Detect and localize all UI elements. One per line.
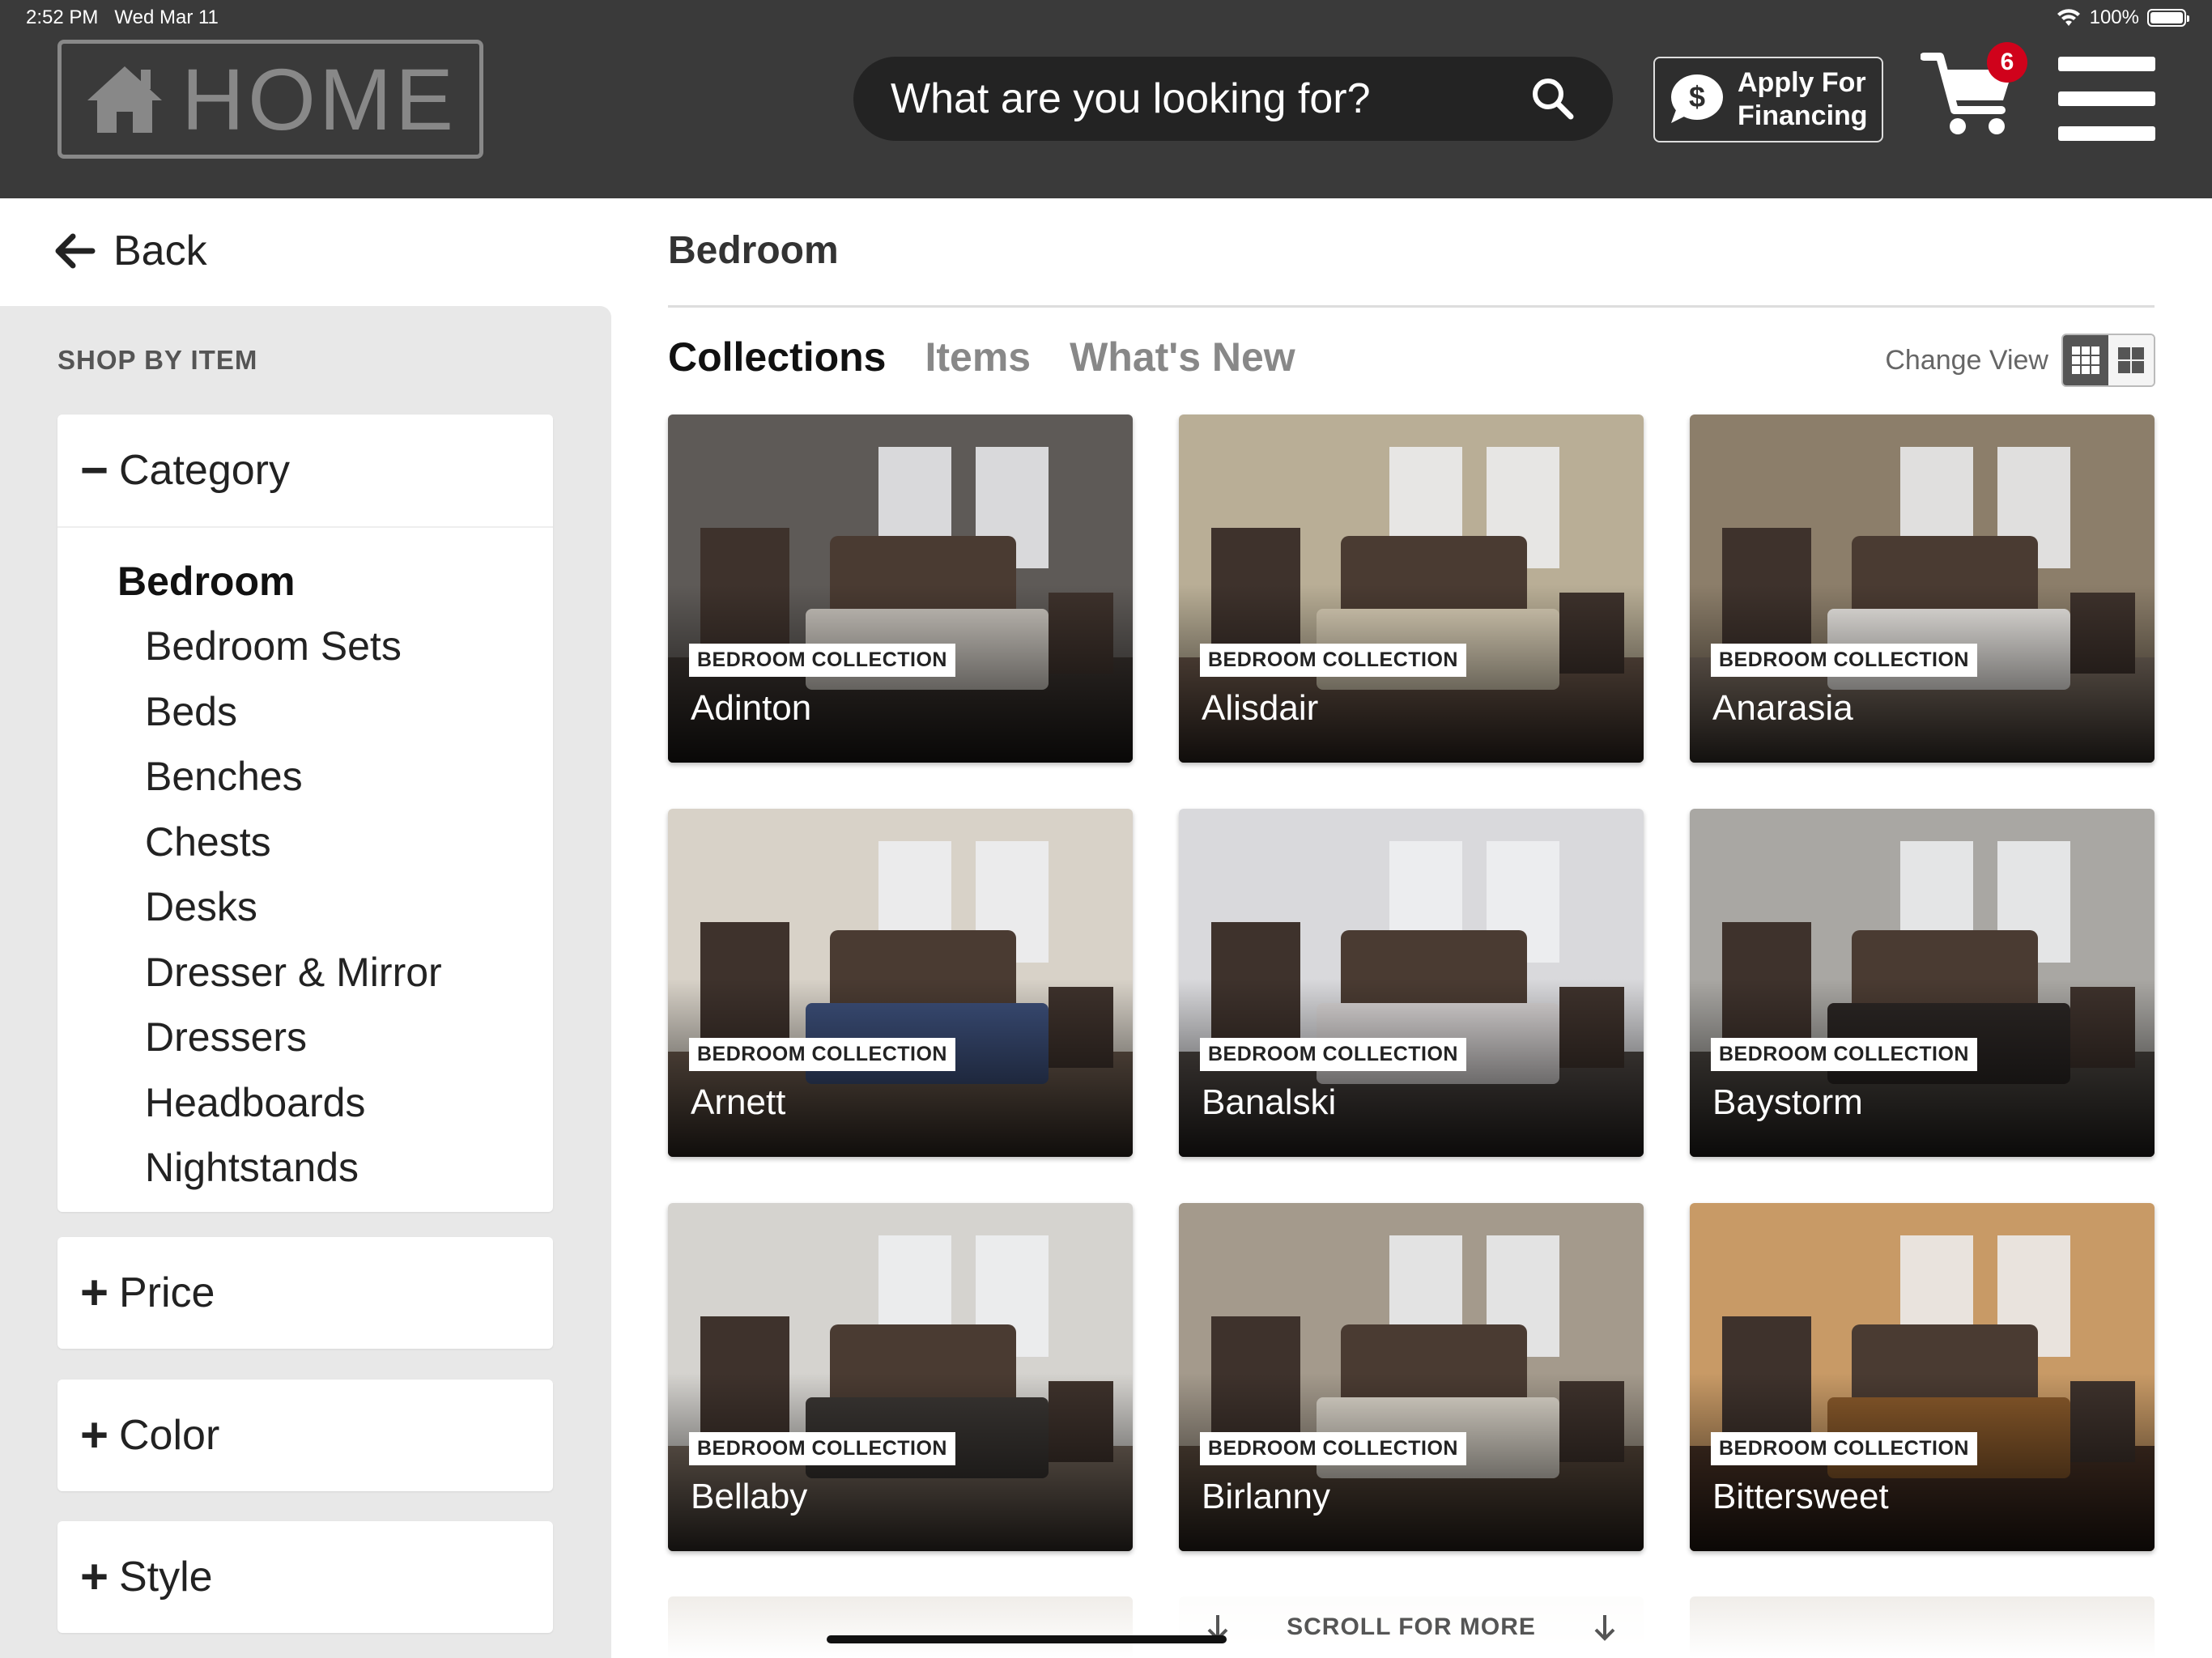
collection-tag: BEDROOM COLLECTION (689, 1432, 955, 1465)
collection-tag: BEDROOM COLLECTION (1200, 1038, 1466, 1071)
tab-whats-new[interactable]: What's New (1070, 334, 1295, 380)
collection-tag: BEDROOM COLLECTION (1200, 644, 1466, 677)
scroll-for-more-label: SCROLL FOR MORE (1287, 1613, 1536, 1640)
house-icon (87, 66, 162, 133)
collection-card[interactable]: BEDROOM COLLECTION Anarasia (1690, 414, 2155, 763)
category-toggle[interactable]: − Category (57, 414, 553, 526)
collection-tag: BEDROOM COLLECTION (1711, 644, 1977, 677)
grid-large-view-button[interactable] (2108, 335, 2154, 385)
title-divider (668, 305, 2155, 308)
category-panel: − Category Bedroom Bedroom Sets Beds Ben… (57, 414, 553, 1212)
collection-name: Arnett (691, 1082, 786, 1122)
next-card-preview (668, 1596, 1133, 1658)
category-item-bedroom-sets[interactable]: Bedroom Sets (57, 614, 553, 679)
expand-icon: + (80, 1408, 109, 1462)
battery-icon (2147, 9, 2189, 27)
wifi-icon (2057, 9, 2080, 26)
scroll-for-more[interactable]: SCROLL FOR MORE (1179, 1596, 1644, 1658)
category-item-dressers[interactable]: Dressers (57, 1005, 553, 1070)
back-button[interactable]: Back (55, 227, 207, 275)
collection-name: Birlanny (1202, 1477, 1330, 1516)
status-right: 100% (2056, 6, 2189, 29)
collection-name: Baystorm (1712, 1082, 1863, 1122)
category-item-benches[interactable]: Benches (57, 744, 553, 810)
collection-tag: BEDROOM COLLECTION (689, 1038, 955, 1071)
search-icon[interactable] (1530, 76, 1576, 121)
financing-label: Apply For Financing (1738, 66, 1868, 133)
category-item-nightstands[interactable]: Nightstands (57, 1135, 553, 1201)
category-item-dresser-mirror[interactable]: Dresser & Mirror (57, 940, 553, 1005)
tab-collections[interactable]: Collections (668, 334, 886, 380)
collapse-icon: − (80, 443, 109, 497)
search-bar[interactable] (853, 57, 1613, 141)
collection-card[interactable]: BEDROOM COLLECTION Banalski (1179, 809, 1644, 1157)
hamburger-menu-icon[interactable] (2058, 57, 2155, 141)
category-item-headboards[interactable]: Headboards (57, 1070, 553, 1136)
shop-by-heading: SHOP BY ITEM (57, 345, 258, 375)
expand-icon: + (80, 1265, 109, 1320)
status-time: 2:52 PM Wed Mar 11 (26, 6, 219, 29)
battery-percent: 100% (2089, 6, 2139, 28)
home-indicator (827, 1635, 1227, 1643)
style-filter[interactable]: + Style (57, 1521, 553, 1633)
style-label: Style (119, 1554, 213, 1601)
grid-3x3-icon (2072, 346, 2099, 374)
collection-card[interactable]: BEDROOM COLLECTION Baystorm (1690, 809, 2155, 1157)
collection-tag: BEDROOM COLLECTION (1200, 1432, 1466, 1465)
category-list: Bedroom Bedroom Sets Beds Benches Chests… (57, 528, 553, 1212)
expand-icon: + (80, 1550, 109, 1604)
collection-tag: BEDROOM COLLECTION (1711, 1432, 1977, 1465)
status-date: Wed Mar 11 (114, 6, 219, 28)
sidebar: SHOP BY ITEM − Category Bedroom Bedroom … (0, 306, 611, 1658)
financing-label-line2: Financing (1738, 100, 1868, 131)
collection-card[interactable]: BEDROOM COLLECTION Arnett (668, 809, 1133, 1157)
home-logo[interactable]: HOME (57, 40, 483, 159)
collection-card[interactable]: BEDROOM COLLECTION Alisdair (1179, 414, 1644, 763)
collection-name: Bittersweet (1712, 1477, 1889, 1516)
collection-name: Adinton (691, 688, 812, 728)
arrow-left-icon (55, 233, 96, 269)
financing-label-line1: Apply For (1738, 67, 1866, 99)
change-view-label: Change View (1885, 344, 2048, 376)
tabs: Collections Items What's New (668, 334, 1295, 380)
cart-button[interactable]: 6 (1920, 42, 2027, 147)
grid-small-view-button[interactable] (2063, 335, 2108, 385)
apply-for-financing-button[interactable]: $ Apply For Financing (1653, 57, 1883, 142)
next-card-preview (1690, 1596, 2155, 1658)
collection-card[interactable]: BEDROOM COLLECTION Bellaby (668, 1203, 1133, 1551)
collection-name: Banalski (1202, 1082, 1337, 1122)
price-label: Price (119, 1269, 215, 1316)
collection-card[interactable]: BEDROOM COLLECTION Birlanny (1179, 1203, 1644, 1551)
collection-name: Anarasia (1712, 688, 1853, 728)
page-title: Bedroom (668, 229, 839, 272)
cart-count-badge: 6 (1987, 42, 2027, 83)
status-clock: 2:52 PM (26, 6, 99, 28)
view-toggle (2061, 334, 2155, 387)
collection-tag: BEDROOM COLLECTION (1711, 1038, 1977, 1071)
grid-2x2-icon (2118, 347, 2144, 373)
svg-text:$: $ (1689, 80, 1705, 113)
logo-text: HOME (181, 49, 457, 148)
collection-name: Alisdair (1202, 688, 1319, 728)
category-item-desks[interactable]: Desks (57, 874, 553, 940)
collection-tag: BEDROOM COLLECTION (689, 644, 955, 677)
search-input[interactable] (891, 74, 1530, 123)
back-label: Back (113, 227, 207, 274)
dollar-chat-icon: $ (1671, 74, 1723, 123)
collection-card[interactable]: BEDROOM COLLECTION Adinton (668, 414, 1133, 763)
category-current[interactable]: Bedroom (57, 549, 553, 614)
price-filter[interactable]: + Price (57, 1237, 553, 1349)
arrow-down-icon (1594, 1615, 1615, 1641)
tab-items[interactable]: Items (925, 334, 1031, 380)
color-label: Color (119, 1412, 220, 1459)
category-item-chests[interactable]: Chests (57, 810, 553, 875)
top-bar: 2:52 PM Wed Mar 11 100% HOME $ Ap (0, 0, 2212, 198)
category-label: Category (119, 447, 290, 494)
color-filter[interactable]: + Color (57, 1380, 553, 1491)
change-view: Change View (1885, 334, 2155, 387)
collection-card[interactable]: BEDROOM COLLECTION Bittersweet (1690, 1203, 2155, 1551)
collection-grid: BEDROOM COLLECTION Adinton BEDROOM COLLECT… (668, 414, 2155, 1551)
category-item-beds[interactable]: Beds (57, 679, 553, 745)
collection-name: Bellaby (691, 1477, 808, 1516)
